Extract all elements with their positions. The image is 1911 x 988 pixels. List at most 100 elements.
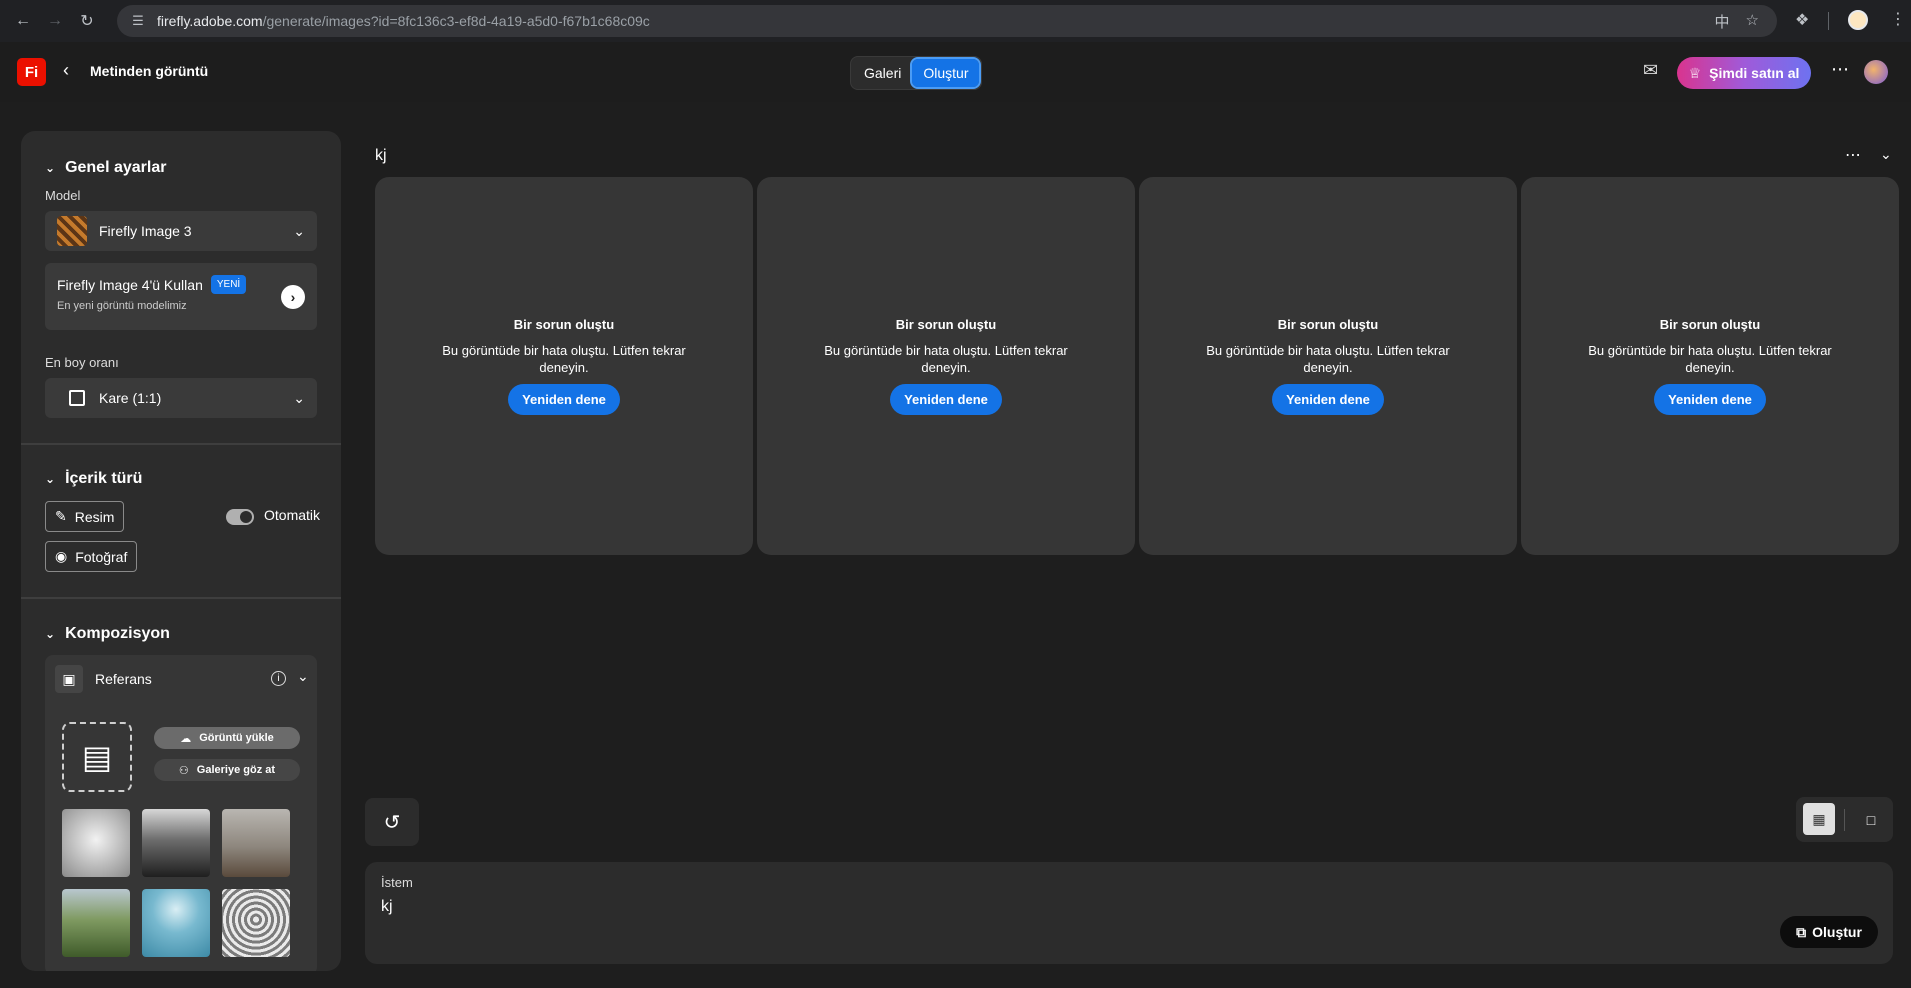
toggle-divider: [1844, 809, 1845, 831]
content-art-label: Resim: [74, 508, 115, 525]
history-button[interactable]: ↺: [365, 798, 419, 846]
generate-label: Oluştur: [1812, 924, 1862, 940]
layout-toggle: ▦ □: [1796, 797, 1893, 842]
upload-image-button[interactable]: ☁ Görüntü yükle: [154, 727, 300, 749]
result-card: Bir sorun oluştu Bu görüntüde bir hata o…: [375, 177, 753, 555]
generate-button[interactable]: ⧉ Oluştur: [1780, 916, 1878, 948]
aspect-ratio-label: En boy oranı: [45, 355, 119, 370]
content-art-button[interactable]: ✎ Resim: [45, 501, 125, 532]
browse-gallery-button[interactable]: ⚇ Galeriye göz at: [154, 759, 300, 781]
avatar[interactable]: [1864, 60, 1888, 84]
auto-toggle[interactable]: [226, 509, 254, 525]
chevron-down-icon: ⌄: [45, 161, 56, 175]
error-title: Bir sorun oluştu: [895, 317, 997, 332]
reference-thumb[interactable]: [62, 889, 130, 957]
grid-view-icon[interactable]: ▦: [1803, 803, 1835, 835]
browser-menu-icon[interactable]: ⋮: [1890, 9, 1906, 29]
chevron-down-icon[interactable]: ⌄: [297, 668, 309, 685]
back-arrow-icon[interactable]: ←: [8, 6, 38, 36]
camera-icon: ◉: [55, 548, 68, 564]
feedback-icon[interactable]: ✉: [1643, 60, 1658, 81]
chevron-down-icon: ⌄: [293, 222, 305, 239]
section-general[interactable]: ⌄ Genel ayarlar: [45, 159, 166, 177]
reference-thumb[interactable]: [222, 809, 290, 877]
model-thumbnail: [57, 216, 87, 246]
reference-thumb[interactable]: [62, 809, 130, 877]
translate-icon[interactable]: 中: [1715, 11, 1730, 32]
browser-toolbar: ← → ↻ ☰ firefly.adobe.com/generate/image…: [0, 0, 1911, 42]
error-message: Bu görüntüde bir hata oluştu. Lütfen tek…: [442, 343, 686, 375]
model-label: Model: [45, 188, 81, 203]
content-photo-label: Fotoğraf: [75, 548, 128, 565]
reference-thumb[interactable]: [142, 889, 210, 957]
chevron-down-icon: ⌄: [45, 627, 56, 641]
breadcrumb[interactable]: Metinden görüntü: [90, 63, 208, 79]
tab-create[interactable]: Oluştur: [910, 57, 982, 89]
browse-gallery-label: Galeriye göz at: [196, 764, 276, 776]
address-bar[interactable]: ☰ firefly.adobe.com/generate/images?id=8…: [117, 5, 1777, 37]
prompt-input[interactable]: kj: [381, 898, 393, 916]
section-title: Genel ayarlar: [65, 159, 167, 176]
reference-gallery: [62, 809, 290, 957]
divider: [21, 443, 341, 445]
reference-panel: ▣ Referans i ⌄ ▤ ☁ Görüntü yükle ⚇ Galer…: [45, 655, 317, 971]
aspect-ratio-dropdown[interactable]: Kare (1:1) ⌄: [45, 378, 317, 418]
content-photo-button[interactable]: ◉ Fotoğraf: [45, 541, 138, 572]
error-message: Bu görüntüde bir hata oluştu. Lütfen tek…: [1206, 343, 1450, 375]
result-card: Bir sorun oluştu Bu görüntüde bir hata o…: [757, 177, 1135, 555]
single-view-icon[interactable]: □: [1858, 807, 1884, 833]
retry-button[interactable]: Yeniden dene: [1272, 384, 1384, 415]
crown-icon: ♕: [1688, 64, 1702, 81]
buy-now-button[interactable]: ♕ Şimdi satın al: [1677, 57, 1811, 89]
retry-button[interactable]: Yeniden dene: [1654, 384, 1766, 415]
retry-button[interactable]: Yeniden dene: [890, 384, 1002, 415]
reference-thumb[interactable]: [142, 809, 210, 877]
error-title: Bir sorun oluştu: [1659, 317, 1761, 332]
section-content-type[interactable]: ⌄ İçerik türü: [45, 470, 142, 488]
toolbar-divider: [1828, 12, 1829, 30]
square-icon: [69, 390, 85, 406]
profile-avatar[interactable]: [1848, 10, 1868, 30]
app-grid-icon[interactable]: ⋯: [1831, 59, 1849, 80]
retry-button[interactable]: Yeniden dene: [508, 384, 620, 415]
info-icon[interactable]: i: [271, 671, 286, 686]
promo-subtitle: En yeni görüntü modelimiz: [57, 300, 187, 312]
settings-panel: ⌄ Genel ayarlar Model Firefly Image 3 ⌄ …: [21, 131, 341, 971]
model-dropdown[interactable]: Firefly Image 3 ⌄: [45, 211, 317, 251]
reference-header[interactable]: ▣ Referans: [55, 665, 152, 693]
more-options-icon[interactable]: ⋯: [1845, 145, 1861, 165]
promo-title: Firefly Image 4'ü Kullan: [57, 276, 203, 293]
reference-thumb[interactable]: [222, 889, 290, 957]
section-title: Kompozisyon: [65, 625, 170, 642]
model-value: Firefly Image 3: [99, 223, 192, 239]
view-switcher: Galeri Oluştur: [850, 56, 983, 90]
forward-arrow-icon[interactable]: →: [40, 6, 70, 36]
upload-image-label: Görüntü yükle: [199, 732, 274, 744]
chevron-down-icon: ⌄: [45, 472, 56, 486]
image-upload-icon: ▤: [81, 739, 113, 775]
auto-label: Otomatik: [264, 507, 321, 523]
prompt-label: İstem: [381, 875, 413, 890]
url-text[interactable]: firefly.adobe.com/generate/images?id=8fc…: [157, 13, 650, 29]
chevron-down-icon: ⌄: [293, 389, 305, 406]
section-composition[interactable]: ⌄ Kompozisyon: [45, 625, 170, 643]
reload-icon[interactable]: ↻: [72, 6, 102, 36]
generation-prompt-title: kj: [375, 147, 387, 164]
tab-gallery[interactable]: Galeri: [853, 59, 912, 87]
arrow-right-icon[interactable]: ›: [281, 285, 305, 309]
upload-dropzone[interactable]: ▤: [62, 722, 132, 792]
chevron-down-icon[interactable]: ⌄: [1880, 146, 1892, 163]
error-message: Bu görüntüde bir hata oluştu. Lütfen tek…: [1588, 343, 1832, 375]
new-badge: YENİ: [210, 275, 247, 294]
extensions-icon[interactable]: ❖: [1795, 10, 1809, 30]
section-title: İçerik türü: [65, 470, 143, 487]
back-chevron-icon[interactable]: ‹: [63, 60, 69, 81]
reference-label: Referans: [95, 671, 152, 687]
promo-card[interactable]: Firefly Image 4'ü Kullan YENİ En yeni gö…: [45, 263, 317, 330]
site-settings-icon[interactable]: ☰: [129, 12, 147, 30]
reference-image-icon: ▣: [55, 665, 83, 693]
divider: [21, 597, 341, 599]
bookmark-star-icon[interactable]: ☆: [1746, 11, 1759, 32]
firefly-logo[interactable]: Fi: [17, 58, 46, 86]
cloud-upload-icon: ☁: [180, 732, 192, 745]
